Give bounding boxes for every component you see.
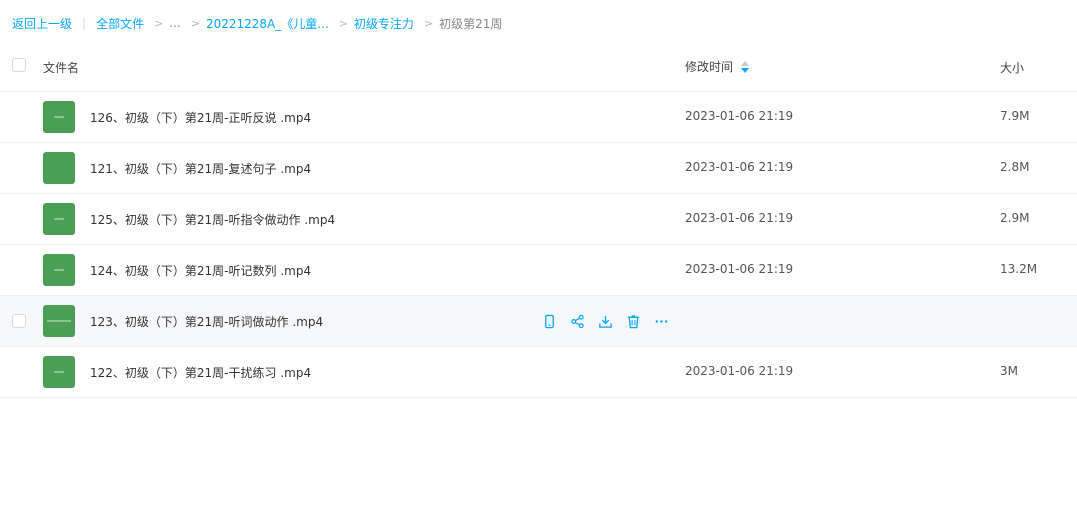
file-size: 2.9M bbox=[1000, 211, 1030, 225]
file-name[interactable]: 122、初级（下）第21周-干扰练习 .mp4 bbox=[90, 364, 311, 381]
row-actions bbox=[541, 313, 669, 329]
file-row-hovered[interactable]: 123、初级（下）第21周-听词做动作 .mp4 bbox=[0, 296, 1077, 347]
file-list: 126、初级（下）第21周-正听反说 .mp4 2023-01-06 21:19… bbox=[0, 92, 1077, 398]
file-modified-time: 2023-01-06 21:19 bbox=[685, 160, 794, 174]
video-thumbnail-icon bbox=[43, 356, 75, 388]
breadcrumb: 返回上一级 | 全部文件 > ... > 20221228A_《儿童... > … bbox=[12, 14, 502, 32]
video-thumbnail-icon bbox=[43, 101, 75, 133]
chevron-right-icon: > bbox=[338, 16, 348, 30]
breadcrumb-all-files[interactable]: 全部文件 bbox=[96, 15, 144, 32]
share-icon[interactable] bbox=[569, 313, 585, 329]
breadcrumb-folder-1[interactable]: 20221228A_《儿童... bbox=[206, 15, 329, 32]
breadcrumb-folder-2[interactable]: 初级专注力 bbox=[354, 15, 414, 32]
column-name-header[interactable]: 文件名 bbox=[43, 59, 79, 76]
breadcrumb-divider: | bbox=[82, 16, 87, 30]
file-name[interactable]: 123、初级（下）第21周-听词做动作 .mp4 bbox=[90, 313, 323, 330]
file-name[interactable]: 125、初级（下）第21周-听指令做动作 .mp4 bbox=[90, 211, 335, 228]
file-size: 7.9M bbox=[1000, 109, 1030, 123]
phone-icon[interactable] bbox=[541, 313, 557, 329]
chevron-right-icon: > bbox=[190, 16, 200, 30]
video-thumbnail-icon bbox=[43, 254, 75, 286]
column-time-header[interactable]: 修改时间 bbox=[685, 58, 750, 75]
file-size: 3M bbox=[1000, 364, 1018, 378]
video-thumbnail-icon bbox=[43, 203, 75, 235]
row-checkbox[interactable] bbox=[12, 314, 26, 328]
chevron-right-icon: > bbox=[154, 16, 164, 30]
breadcrumb-ellipsis[interactable]: ... bbox=[169, 16, 180, 30]
video-thumbnail-icon bbox=[43, 152, 75, 184]
file-modified-time: 2023-01-06 21:19 bbox=[685, 109, 794, 123]
file-row[interactable]: 124、初级（下）第21周-听记数列 .mp4 2023-01-06 21:19… bbox=[0, 245, 1077, 296]
file-name[interactable]: 124、初级（下）第21周-听记数列 .mp4 bbox=[90, 262, 311, 279]
video-thumbnail-icon bbox=[43, 305, 75, 337]
file-name[interactable]: 121、初级（下）第21周-复述句子 .mp4 bbox=[90, 160, 311, 177]
file-size: 13.2M bbox=[1000, 262, 1038, 276]
file-row[interactable]: 121、初级（下）第21周-复述句子 .mp4 2023-01-06 21:19… bbox=[0, 143, 1077, 194]
breadcrumb-current: 初级第21周 bbox=[439, 16, 503, 31]
file-size: 2.8M bbox=[1000, 160, 1030, 174]
file-modified-time: 2023-01-06 21:19 bbox=[685, 364, 794, 378]
download-icon[interactable] bbox=[597, 313, 613, 329]
file-list-header: 文件名 修改时间 大小 bbox=[0, 41, 1077, 92]
chevron-right-icon: > bbox=[423, 16, 434, 30]
back-link[interactable]: 返回上一级 bbox=[12, 15, 72, 32]
column-time-label: 修改时间 bbox=[685, 60, 734, 74]
file-name[interactable]: 126、初级（下）第21周-正听反说 .mp4 bbox=[90, 109, 311, 126]
more-icon[interactable] bbox=[653, 313, 669, 329]
column-size-header[interactable]: 大小 bbox=[1000, 59, 1024, 76]
file-modified-time: 2023-01-06 21:19 bbox=[685, 262, 794, 276]
sort-icon[interactable] bbox=[741, 60, 750, 74]
file-row[interactable]: 126、初级（下）第21周-正听反说 .mp4 2023-01-06 21:19… bbox=[0, 92, 1077, 143]
file-row[interactable]: 122、初级（下）第21周-干扰练习 .mp4 2023-01-06 21:19… bbox=[0, 347, 1077, 398]
trash-icon[interactable] bbox=[625, 313, 641, 329]
file-row[interactable]: 125、初级（下）第21周-听指令做动作 .mp4 2023-01-06 21:… bbox=[0, 194, 1077, 245]
file-modified-time: 2023-01-06 21:19 bbox=[685, 211, 794, 225]
select-all-checkbox[interactable] bbox=[12, 58, 26, 72]
